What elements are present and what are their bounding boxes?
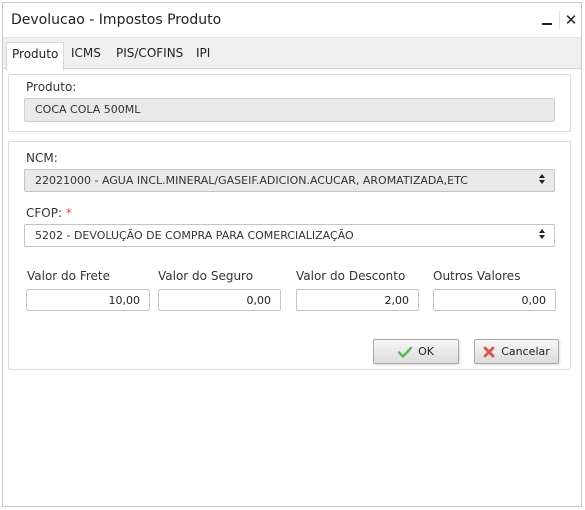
desconto-label: Valor do Desconto <box>296 269 406 283</box>
produto-label: Produto: <box>26 80 77 94</box>
outros-input[interactable] <box>433 289 556 311</box>
seguro-input[interactable] <box>158 289 281 311</box>
ncm-label: NCM: <box>26 151 58 165</box>
produto-field: COCA COLA 500ML <box>24 98 555 122</box>
cfop-label-text: CFOP: <box>26 206 63 220</box>
minimize-icon <box>542 23 552 25</box>
select-arrows-icon <box>538 229 545 239</box>
close-icon: ✕ <box>564 11 578 29</box>
x-icon <box>483 346 495 358</box>
required-marker: * <box>65 206 72 220</box>
desconto-input[interactable] <box>296 289 419 311</box>
frete-label: Valor do Frete <box>27 269 110 283</box>
window-title: Devolucao - Impostos Produto <box>11 12 222 28</box>
seguro-label: Valor do Seguro <box>158 269 254 283</box>
cfop-label: CFOP: * <box>26 206 72 220</box>
tab-produto[interactable]: Produto <box>6 42 65 71</box>
tab-icms[interactable]: ICMS <box>66 42 106 70</box>
frete-input[interactable] <box>26 289 150 311</box>
select-arrows-icon <box>538 174 545 184</box>
cancel-button-label: Cancelar <box>501 345 550 358</box>
close-button[interactable]: ✕ <box>559 7 583 33</box>
ok-button[interactable]: OK <box>373 339 459 364</box>
minimize-button[interactable] <box>535 7 559 33</box>
cfop-selected-value: 5202 - DEVOLUÇÃO DE COMPRA PARA COMERCIA… <box>35 229 354 242</box>
ncm-select[interactable]: 22021000 - AGUA INCL.MINERAL/GASEIF.ADIC… <box>24 169 555 192</box>
check-icon <box>398 346 413 358</box>
ok-button-label: OK <box>418 345 434 358</box>
cfop-select[interactable]: 5202 - DEVOLUÇÃO DE COMPRA PARA COMERCIA… <box>24 224 555 247</box>
tab-ipi[interactable]: IPI <box>191 42 215 70</box>
tab-pis-cofins[interactable]: PIS/COFINS <box>111 42 188 70</box>
outros-label: Outros Valores <box>433 269 521 283</box>
tab-bar: Produto ICMS PIS/COFINS IPI <box>3 37 581 71</box>
title-bar[interactable]: Devolucao - Impostos Produto ✕ <box>3 3 581 37</box>
cancel-button[interactable]: Cancelar <box>474 339 559 364</box>
ncm-selected-value: 22021000 - AGUA INCL.MINERAL/GASEIF.ADIC… <box>35 174 468 187</box>
